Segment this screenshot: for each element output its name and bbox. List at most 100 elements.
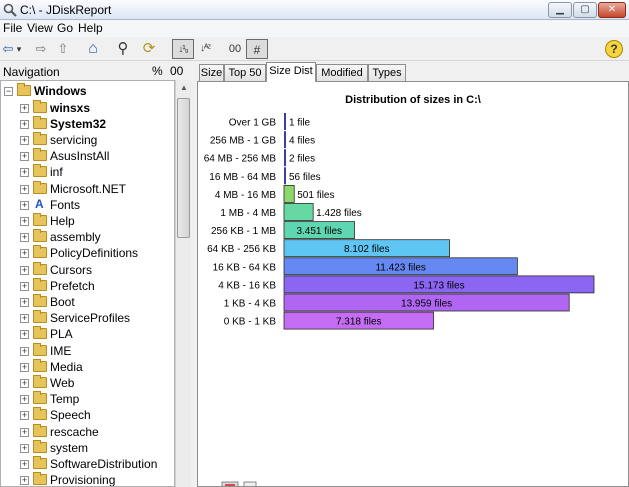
tree-row[interactable]: + Help [1, 212, 174, 229]
expand-icon[interactable]: + [20, 200, 29, 210]
percent-column-toggle[interactable]: % [152, 64, 163, 78]
expand-icon[interactable]: + [20, 168, 29, 178]
menu-help[interactable]: Help [78, 21, 103, 35]
expand-icon[interactable]: + [20, 314, 29, 324]
tab-size-dist[interactable]: Size Dist [266, 62, 316, 82]
tree-row[interactable]: + AsusInstAll [1, 148, 174, 164]
expand-icon[interactable]: + [20, 427, 29, 437]
tree-row[interactable]: + Boot [1, 293, 174, 310]
tab-types[interactable]: Types [368, 64, 406, 81]
expand-icon[interactable]: + [20, 233, 29, 243]
tree-row-root[interactable]: − Windows [1, 83, 174, 99]
menu-view[interactable]: View [27, 21, 53, 35]
forward-arrow-icon[interactable]: ⇨ [30, 39, 52, 59]
up-arrow-icon[interactable]: ⇧ [52, 39, 74, 59]
search-icon[interactable]: ⚲ [112, 39, 134, 59]
tree-row[interactable]: + assembly [1, 229, 174, 245]
expand-icon[interactable]: + [20, 476, 29, 486]
tree-scrollbar[interactable]: ▲ [175, 80, 191, 487]
tab-modified[interactable]: Modified [316, 64, 368, 81]
close-button[interactable]: ✕ [598, 2, 626, 18]
maximize-button[interactable]: ▢ [573, 2, 597, 18]
tree-row[interactable]: + Provisioning [1, 472, 174, 486]
tab-top-50[interactable]: Top 50 [224, 64, 266, 81]
folder-icon [33, 293, 47, 307]
expand-icon[interactable]: + [20, 459, 29, 469]
pane-splitter[interactable] [192, 62, 196, 487]
category-label: 256 KB - 1 MB [211, 226, 276, 237]
count-display-toggle[interactable]: # [246, 39, 268, 59]
chart-controls[interactable] [208, 480, 268, 487]
size-column-toggle[interactable]: 00 [170, 64, 183, 78]
distribution-bar[interactable] [284, 131, 286, 149]
expand-icon[interactable]: + [20, 184, 29, 194]
distribution-bar[interactable] [284, 149, 286, 167]
expand-icon[interactable]: + [20, 103, 29, 113]
expand-icon[interactable]: + [20, 378, 29, 388]
home-icon[interactable]: ⌂ [82, 39, 104, 59]
tree-row[interactable]: + Cursors [1, 261, 174, 278]
tree-row[interactable]: + ServiceProfiles [1, 310, 174, 326]
folder-tree[interactable]: − Windows + winsxs + System32 + servicing + Asu… [0, 80, 175, 487]
tree-row[interactable]: + inf [1, 164, 174, 180]
category-label: 64 KB - 256 KB [207, 244, 276, 255]
category-label: 1 KB - 4 KB [224, 299, 277, 310]
tree-row[interactable]: + servicing [1, 131, 174, 148]
expand-icon[interactable]: + [20, 152, 29, 162]
expand-icon[interactable]: + [20, 443, 29, 453]
tree-item-label: ServiceProfiles [50, 311, 131, 326]
tree-item-label: rescache [50, 424, 99, 439]
collapse-icon[interactable]: − [4, 87, 13, 96]
expand-icon[interactable]: + [20, 249, 29, 259]
expand-icon[interactable]: + [20, 281, 29, 291]
distribution-bar[interactable] [283, 203, 314, 221]
distribution-bar[interactable] [283, 185, 295, 203]
tree-row[interactable]: + system [1, 439, 174, 456]
tree-row[interactable]: + Web [1, 374, 174, 391]
expand-icon[interactable]: + [20, 216, 29, 226]
expand-icon[interactable]: + [20, 297, 29, 307]
bar-value-label: 2 files [289, 154, 315, 165]
sort-ascending-icon[interactable]: ↓ᴬᶻ [194, 39, 216, 59]
tree-row[interactable]: + SoftwareDistribution [1, 455, 174, 472]
expand-icon[interactable]: + [20, 330, 29, 340]
back-dropdown-icon[interactable]: ▾ [14, 39, 24, 59]
category-label: Over 1 GB [229, 118, 277, 129]
menu-go[interactable]: Go [57, 21, 73, 35]
minimize-button[interactable]: ▁ [548, 2, 572, 18]
menu-bar: File View Go Help [0, 20, 629, 37]
sort-descending-icon[interactable]: ↓¹₉ [172, 39, 194, 59]
distribution-bar[interactable] [284, 113, 286, 130]
expand-icon[interactable]: + [20, 119, 29, 129]
expand-icon[interactable]: + [20, 395, 29, 405]
tree-row[interactable]: + System32 [1, 115, 174, 132]
scroll-thumb[interactable] [177, 98, 190, 238]
refresh-icon[interactable]: ⟳ [138, 39, 160, 59]
chart-panel: Distribution of sizes in C:\ Over 1 GB 1 … [197, 81, 629, 487]
tree-row[interactable]: + Prefetch [1, 277, 174, 294]
scroll-up-icon[interactable]: ▲ [176, 80, 192, 96]
size-display-toggle[interactable]: 00 [224, 39, 246, 59]
tree-item-label: Speech [50, 408, 91, 423]
distribution-bar[interactable] [284, 167, 286, 185]
tree-row[interactable]: + winsxs [1, 99, 174, 116]
tree-row[interactable]: + IME [1, 342, 174, 359]
menu-file[interactable]: File [3, 21, 22, 35]
expand-icon[interactable]: + [20, 346, 29, 356]
tree-row[interactable]: + PolicyDefinitions [1, 245, 174, 261]
help-icon[interactable]: ? [605, 40, 623, 58]
tree-row[interactable]: + PLA [1, 326, 174, 342]
tree-row[interactable]: + rescache [1, 423, 174, 440]
expand-icon[interactable]: + [20, 411, 29, 421]
expand-icon[interactable]: + [20, 265, 29, 275]
tree-row[interactable]: + Media [1, 358, 174, 375]
tree-root-label: Windows [34, 84, 87, 98]
tree-row[interactable]: + A Fonts [1, 197, 174, 213]
tree-row[interactable]: + Microsoft.NET [1, 180, 174, 197]
tree-row[interactable]: + Temp [1, 391, 174, 407]
expand-icon[interactable]: + [20, 135, 29, 145]
folder-icon [33, 164, 47, 178]
tree-row[interactable]: + Speech [1, 407, 174, 423]
expand-icon[interactable]: + [20, 362, 29, 372]
tab-size[interactable]: Size [199, 64, 224, 81]
